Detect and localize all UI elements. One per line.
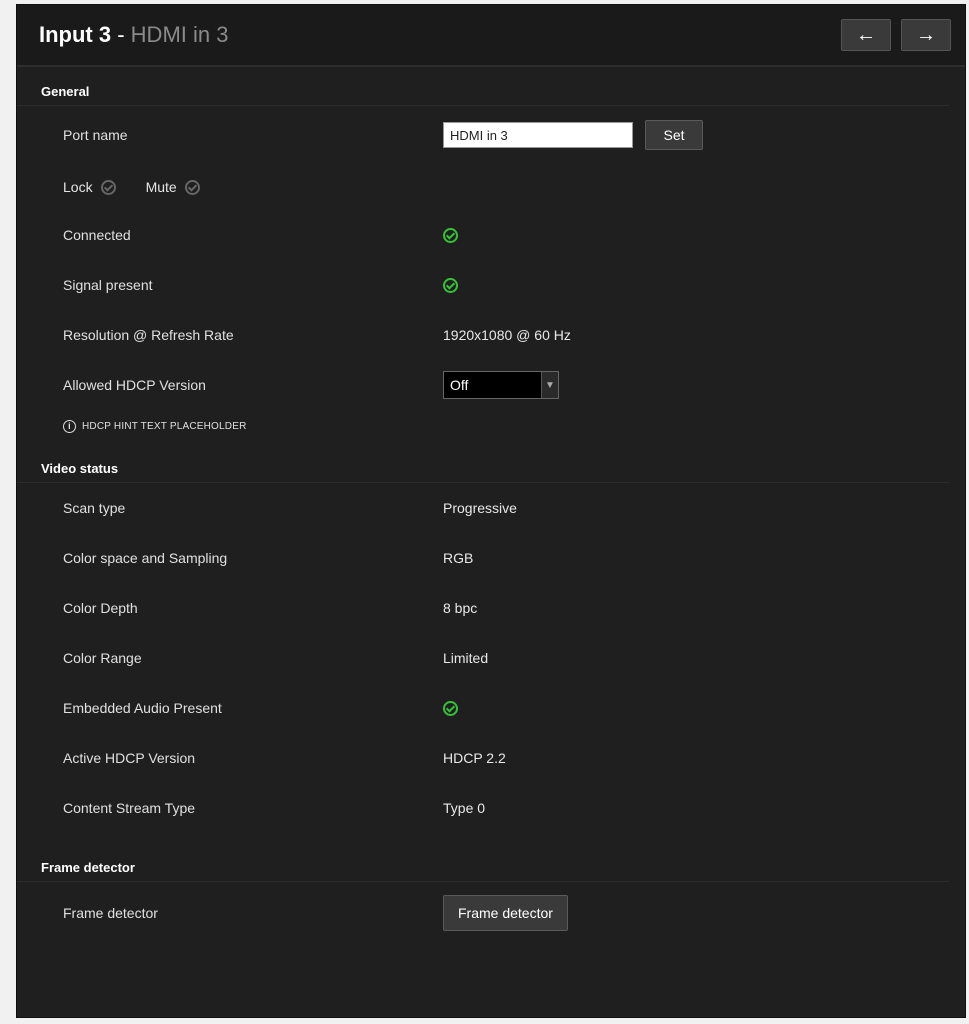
resolution-value: 1920x1080 @ 60 Hz [443,327,571,343]
mute-label: Mute [145,179,177,195]
color-depth-label: Color Depth [63,600,138,616]
lock-label: Lock [63,179,93,195]
frame-detector-button[interactable]: Frame detector [443,895,568,931]
color-range-label: Color Range [63,650,142,666]
color-space-row: Color space and Sampling RGB [17,533,965,583]
color-space-value: RGB [443,550,474,566]
color-range-value: Limited [443,650,489,666]
resolution-row: Resolution @ Refresh Rate 1920x1080 @ 60… [17,310,965,360]
set-port-name-button[interactable]: Set [645,120,703,150]
embedded-audio-row: Embedded Audio Present [17,683,965,733]
input-port-panel: Input 3 - HDMI in 3 ← → General Port nam… [16,4,966,1018]
mute-toggle-icon[interactable] [184,179,200,195]
connected-check-icon [443,227,458,243]
scan-type-row: Scan type Progressive [17,483,965,533]
content-stream-row: Content Stream Type Type 0 [17,783,965,833]
arrow-right-icon: → [916,23,936,46]
content-stream-label: Content Stream Type [63,800,196,816]
active-hdcp-value: HDCP 2.2 [443,750,506,766]
allowed-hdcp-row: Allowed HDCP Version Off ▼ [17,360,965,410]
hdcp-hint-text: HDCP HINT TEXT PLACEHOLDER [82,420,247,432]
signal-present-check-icon [443,277,458,293]
hdcp-hint: i HDCP HINT TEXT PLACEHOLDER [17,410,965,442]
panel-header: Input 3 - HDMI in 3 ← → [17,5,965,67]
allowed-hdcp-label: Allowed HDCP Version [63,377,206,393]
port-name-label: Port name [63,127,128,143]
dropdown-arrow-icon: ▼ [541,372,558,398]
allowed-hdcp-selected: Off [450,377,469,393]
active-hdcp-row: Active HDCP Version HDCP 2.2 [17,733,965,783]
allowed-hdcp-select[interactable]: Off ▼ [443,371,559,399]
title-main: Input 3 [39,22,112,47]
port-navigation: ← → [841,19,951,51]
signal-present-label: Signal present [63,277,153,293]
port-name-input[interactable] [443,122,633,148]
frame-detector-row: Frame detector Frame detector [17,882,965,944]
active-hdcp-label: Active HDCP Version [63,750,196,766]
scan-type-value: Progressive [443,500,517,516]
port-name-row: Port name Set [17,106,965,164]
lock-toggle-icon[interactable] [100,179,116,195]
next-port-button[interactable]: → [901,19,951,51]
frame-detector-label: Frame detector [63,905,158,921]
arrow-left-icon: ← [856,23,876,46]
panel-title: Input 3 - HDMI in 3 [39,22,228,48]
scan-type-label: Scan type [63,500,126,516]
embedded-audio-check-icon [443,700,458,716]
title-subtitle: HDMI in 3 [130,22,229,47]
content-stream-value: Type 0 [443,800,486,816]
resolution-label: Resolution @ Refresh Rate [63,327,234,343]
lock-mute-row: Lock Mute [17,164,965,210]
info-icon: i [63,419,76,433]
embedded-audio-label: Embedded Audio Present [63,700,222,716]
title-separator: - [111,22,131,47]
connected-label: Connected [63,227,131,243]
section-video-status-title: Video status [17,456,949,483]
color-depth-row: Color Depth 8 bpc [17,583,965,633]
section-general-title: General [17,79,949,106]
previous-port-button[interactable]: ← [841,19,891,51]
color-depth-value: 8 bpc [443,600,478,616]
connected-row: Connected [17,210,965,260]
signal-present-row: Signal present [17,260,965,310]
color-space-label: Color space and Sampling [63,550,228,566]
section-frame-detector-title: Frame detector [17,855,949,882]
color-range-row: Color Range Limited [17,633,965,683]
